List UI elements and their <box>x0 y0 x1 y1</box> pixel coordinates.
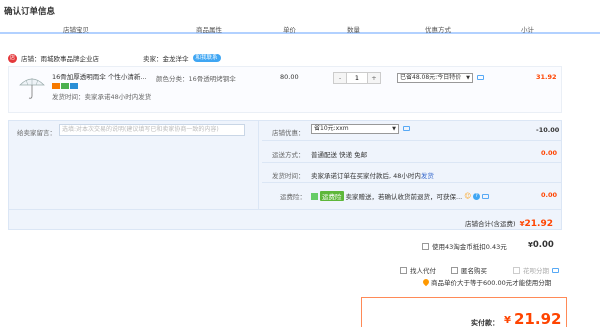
coins-label: 使用43淘金币抵扣0.43元 <box>432 243 507 251</box>
chat-icon[interactable] <box>552 267 559 273</box>
promo-select-value: 已省48.08元:今日特价 <box>400 74 462 81</box>
installment-notice: 商品单价大于等于600.00元才能使用分期 <box>421 277 552 287</box>
anonymous-checkbox[interactable] <box>451 266 458 274</box>
shop-label: 店铺： <box>21 55 41 63</box>
item-ship-value: 卖家承诺48小时内发货 <box>84 93 152 101</box>
badge-icon <box>52 83 60 89</box>
divider <box>262 182 562 183</box>
shop-row: 店 店铺： 雨城欧事品牌企业店 卖家： 金龙洋伞 和我联系 <box>8 52 221 64</box>
attr-label: 颜色分类： <box>156 75 189 83</box>
seller-name[interactable]: 金龙洋伞 <box>163 53 189 63</box>
huabei-label: 花呗分期 <box>523 267 549 275</box>
insurance-option: 运费险 卖家赠送，若确认收货前退货，可获保... ☺ ? <box>311 191 489 201</box>
divider <box>258 121 259 209</box>
chat-icon[interactable] <box>481 193 489 199</box>
payment-value: 21.92 <box>514 310 562 327</box>
shop-icon: 店 <box>8 53 17 63</box>
item-subtotal: 31.92 <box>536 73 557 81</box>
chevron-down-icon: ▼ <box>466 75 470 81</box>
column-header-qty: 数量 <box>347 26 360 34</box>
column-header-promo: 优惠方式 <box>425 26 451 34</box>
shop-total: 店铺合计(含运费) ¥21.92 <box>465 218 553 229</box>
coins-value: 0.00 <box>532 240 554 250</box>
badge-icon <box>61 83 69 89</box>
attr-value: 16骨透明烤钢伞 <box>188 75 236 83</box>
delivery-link[interactable]: 发货 <box>421 172 434 180</box>
quantity-stepper: - + <box>333 72 381 84</box>
item-attribute: 颜色分类：16骨透明烤钢伞 <box>156 73 236 83</box>
message-input[interactable]: 选填:对本次交易的说明(建议填写已和卖家协商一致的内容) <box>59 124 245 136</box>
product-title-link[interactable]: 16骨加厚透明雨伞 个性小清新... <box>52 73 152 82</box>
coins-amount: ¥0.00 <box>528 240 554 250</box>
chat-icon[interactable] <box>477 75 484 80</box>
delivery-value: 卖家承诺订单在买家付款后, 48小时内发货 <box>311 170 434 180</box>
seller-label: 卖家： <box>143 55 163 63</box>
insurance-price: 0.00 <box>541 191 558 199</box>
divider <box>262 140 562 141</box>
product-image[interactable] <box>18 73 46 101</box>
shop-discount-value: -10.00 <box>536 126 560 134</box>
chevron-down-icon: ▼ <box>392 126 396 132</box>
message-label: 给卖家留言： <box>17 129 56 137</box>
shop-discount-select-value: 省10元:xxm <box>314 125 349 132</box>
divider <box>8 209 562 210</box>
shop-total-label: 店铺合计(含运费) <box>465 220 516 228</box>
shipping-value: 普通配送 快递 免邮 <box>311 151 368 159</box>
insurance-tag: 运费险 <box>320 191 344 201</box>
divider <box>262 162 562 163</box>
qty-decrease-button[interactable]: - <box>334 73 346 83</box>
column-header: 店铺宝贝 商品属性 单价 数量 优惠方式 小计 <box>0 21 600 34</box>
service-badges <box>52 83 78 89</box>
shop-discount-select[interactable]: 省10元:xxm ▼ <box>311 124 399 134</box>
shipping-label: 运送方式： <box>272 151 305 159</box>
item-ship-label: 发货时间： <box>52 93 85 101</box>
shop-name-link[interactable]: 雨城欧事品牌企业店 <box>41 53 100 63</box>
insurance-text: 卖家赠送，若确认收货前退货，可获保... <box>345 193 463 201</box>
proxy-pay-checkbox[interactable] <box>400 266 407 274</box>
column-header-price: 单价 <box>283 26 296 34</box>
shop-discount-label: 店铺优惠： <box>272 129 305 137</box>
coins-checkbox[interactable] <box>422 242 429 250</box>
proxy-pay-label: 找人代付 <box>410 267 436 275</box>
payment-currency: ¥ <box>504 315 511 326</box>
shipping-price: 0.00 <box>541 149 558 157</box>
column-header-item: 店铺宝贝 <box>63 26 89 34</box>
insurance-label: 运费险： <box>280 193 306 201</box>
smile-icon: ☺ <box>464 192 471 200</box>
item-ship-time: 发货时间：卖家承诺48小时内发货 <box>52 93 154 101</box>
location-pin-icon <box>421 277 431 287</box>
column-header-subtotal: 小计 <box>521 26 534 34</box>
huabei-checkbox[interactable] <box>513 266 520 274</box>
anonymous-option: 匿名购买 <box>451 265 487 275</box>
chat-icon[interactable] <box>403 126 410 131</box>
contact-seller-button[interactable]: 和我联系 <box>192 54 221 62</box>
badge-icon <box>70 83 78 89</box>
proxy-pay-option: 找人代付 <box>400 265 436 275</box>
qty-input[interactable] <box>346 73 368 83</box>
item-price: 80.00 <box>280 73 299 81</box>
payment-summary: 实付款： ¥ 21.92 <box>361 297 567 327</box>
delivery-text: 卖家承诺订单在买家付款后, 48小时内 <box>311 172 421 180</box>
help-icon[interactable]: ? <box>472 192 480 200</box>
page-title: 确认订单信息 <box>4 7 56 17</box>
installment-notice-text: 商品单价大于等于600.00元才能使用分期 <box>431 279 552 287</box>
delivery-label: 发货时间： <box>272 172 305 180</box>
payment-label: 实付款： <box>471 319 499 327</box>
promo-select[interactable]: 已省48.08元:今日特价 ▼ <box>397 73 473 83</box>
qty-increase-button[interactable]: + <box>368 73 380 83</box>
column-header-attr: 商品属性 <box>196 26 222 34</box>
anonymous-label: 匿名购买 <box>461 267 487 275</box>
insurance-checkbox[interactable] <box>311 192 318 200</box>
shop-total-value: 21.92 <box>524 219 553 229</box>
coins-option: 使用43淘金币抵扣0.43元 <box>422 241 507 251</box>
huabei-option: 花呗分期 <box>513 265 559 275</box>
